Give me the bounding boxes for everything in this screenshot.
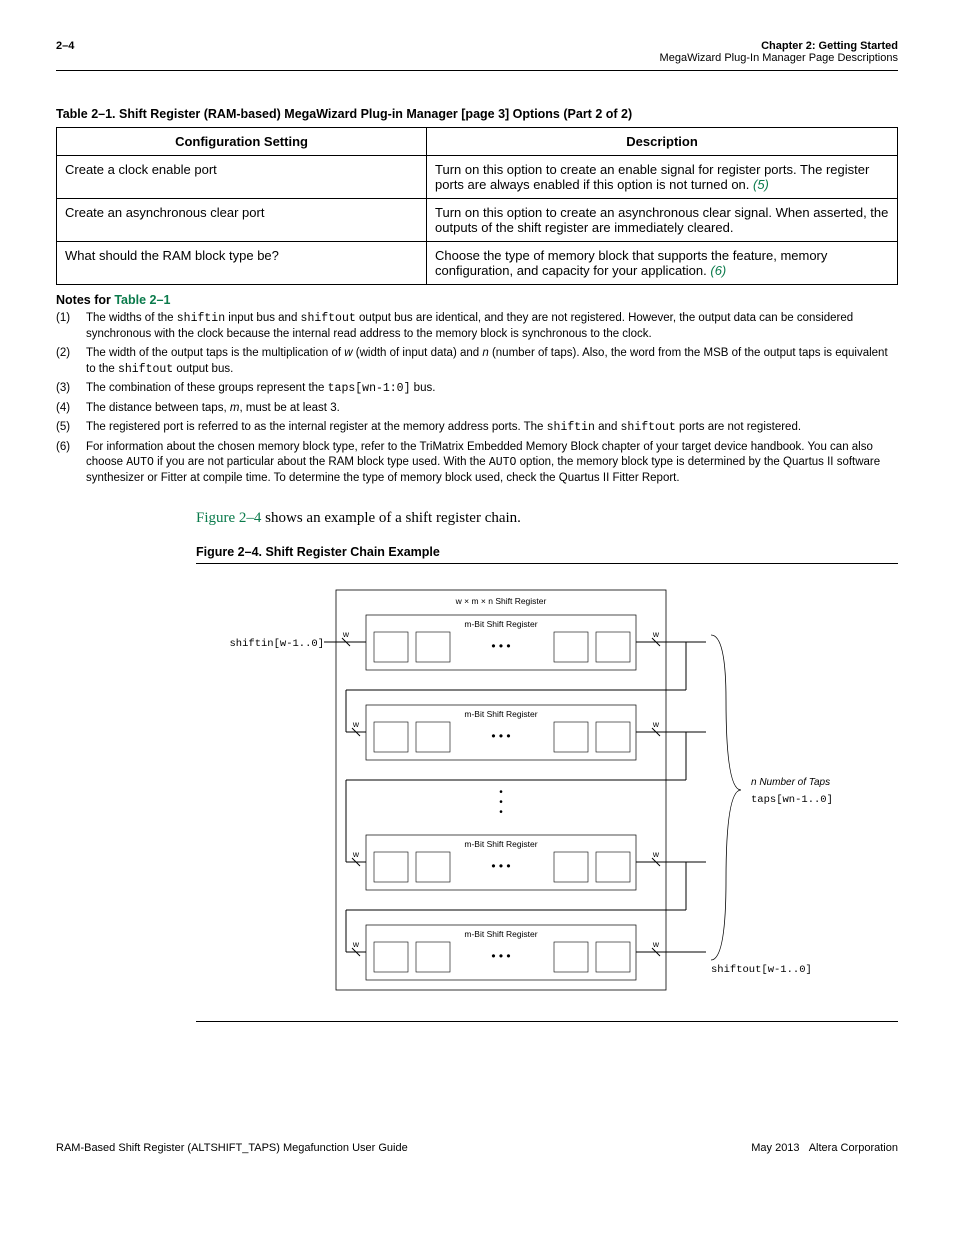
setting-cell: Create an asynchronous clear port — [57, 199, 427, 242]
figure-bottom-rule — [196, 1021, 898, 1022]
footer-left: RAM-Based Shift Register (ALTSHIFT_TAPS)… — [56, 1142, 408, 1154]
setting-cell: Create a clock enable port — [57, 156, 427, 199]
table-row: Create an asynchronous clear port Turn o… — [57, 199, 898, 242]
fig-shiftin-label: shiftin[w-1..0] — [229, 638, 324, 650]
figure-top-rule — [196, 563, 898, 564]
svg-text:•: • — [499, 807, 503, 818]
page-number: 2–4 — [56, 40, 74, 52]
notes-title: Notes for Table 2–1 — [56, 293, 898, 307]
fig-shiftout-label: shiftout[w-1..0] — [711, 964, 812, 976]
setting-cell: What should the RAM block type be? — [57, 242, 427, 285]
note-item: The widths of the shiftin input bus and … — [56, 311, 898, 342]
notes-list: The widths of the shiftin input bus and … — [56, 311, 898, 486]
svg-text:m-Bit Shift Register: m-Bit Shift Register — [464, 709, 537, 719]
fig-taps-label: taps[wn-1..0] — [751, 794, 833, 806]
svg-text:w: w — [652, 939, 660, 949]
page-footer: RAM-Based Shift Register (ALTSHIFT_TAPS)… — [56, 1142, 898, 1154]
svg-text:• • •: • • • — [491, 859, 510, 873]
table-row: What should the RAM block type be? Choos… — [57, 242, 898, 285]
figure-caption: Figure 2–4. Shift Register Chain Example — [196, 545, 898, 559]
footer-right: May 2013 Altera Corporation — [751, 1142, 898, 1154]
figure-diagram: w × m × n Shift Register shiftin[w-1..0]… — [196, 580, 898, 1005]
col-header-description: Description — [427, 128, 898, 156]
svg-text:w: w — [352, 849, 360, 859]
fig-ntaps-label: n Number of Taps — [751, 777, 830, 788]
header-subtitle: MegaWizard Plug-In Manager Page Descript… — [660, 52, 898, 64]
svg-text:• • •: • • • — [491, 729, 510, 743]
svg-text:• • •: • • • — [491, 639, 510, 653]
table-ref-link[interactable]: Table 2–1 — [114, 293, 170, 307]
svg-text:w: w — [342, 629, 350, 639]
svg-text:w: w — [652, 629, 660, 639]
svg-text:m-Bit Shift Register: m-Bit Shift Register — [464, 619, 537, 629]
svg-text:w: w — [652, 849, 660, 859]
desc-cell: Turn on this option to create an asynchr… — [427, 199, 898, 242]
body-paragraph: Figure 2–4 shows an example of a shift r… — [196, 510, 898, 527]
table-caption: Table 2–1. Shift Register (RAM-based) Me… — [56, 107, 898, 121]
note-item: For information about the chosen memory … — [56, 440, 898, 487]
svg-text:• • •: • • • — [491, 949, 510, 963]
note-item: The distance between taps, m, must be at… — [56, 401, 898, 417]
svg-text:w: w — [652, 719, 660, 729]
fig-top-label: w × m × n Shift Register — [455, 596, 547, 606]
chapter-line: Chapter 2: Getting Started — [761, 40, 898, 52]
svg-text:m-Bit Shift Register: m-Bit Shift Register — [464, 839, 537, 849]
svg-text:w: w — [352, 939, 360, 949]
header-rule — [56, 70, 898, 71]
svg-text:w: w — [352, 719, 360, 729]
svg-text:m-Bit Shift Register: m-Bit Shift Register — [464, 929, 537, 939]
desc-cell: Choose the type of memory block that sup… — [427, 242, 898, 285]
options-table: Configuration Setting Description Create… — [56, 127, 898, 285]
note-item: The width of the output taps is the mult… — [56, 346, 898, 377]
desc-cell: Turn on this option to create an enable … — [427, 156, 898, 199]
page-header: 2–4 Chapter 2: Getting Started MegaWizar… — [56, 40, 898, 64]
note-item: The combination of these groups represen… — [56, 381, 898, 397]
table-row: Create a clock enable port Turn on this … — [57, 156, 898, 199]
note-item: The registered port is referred to as th… — [56, 420, 898, 436]
col-header-setting: Configuration Setting — [57, 128, 427, 156]
figure-ref-link[interactable]: Figure 2–4 — [196, 510, 261, 526]
